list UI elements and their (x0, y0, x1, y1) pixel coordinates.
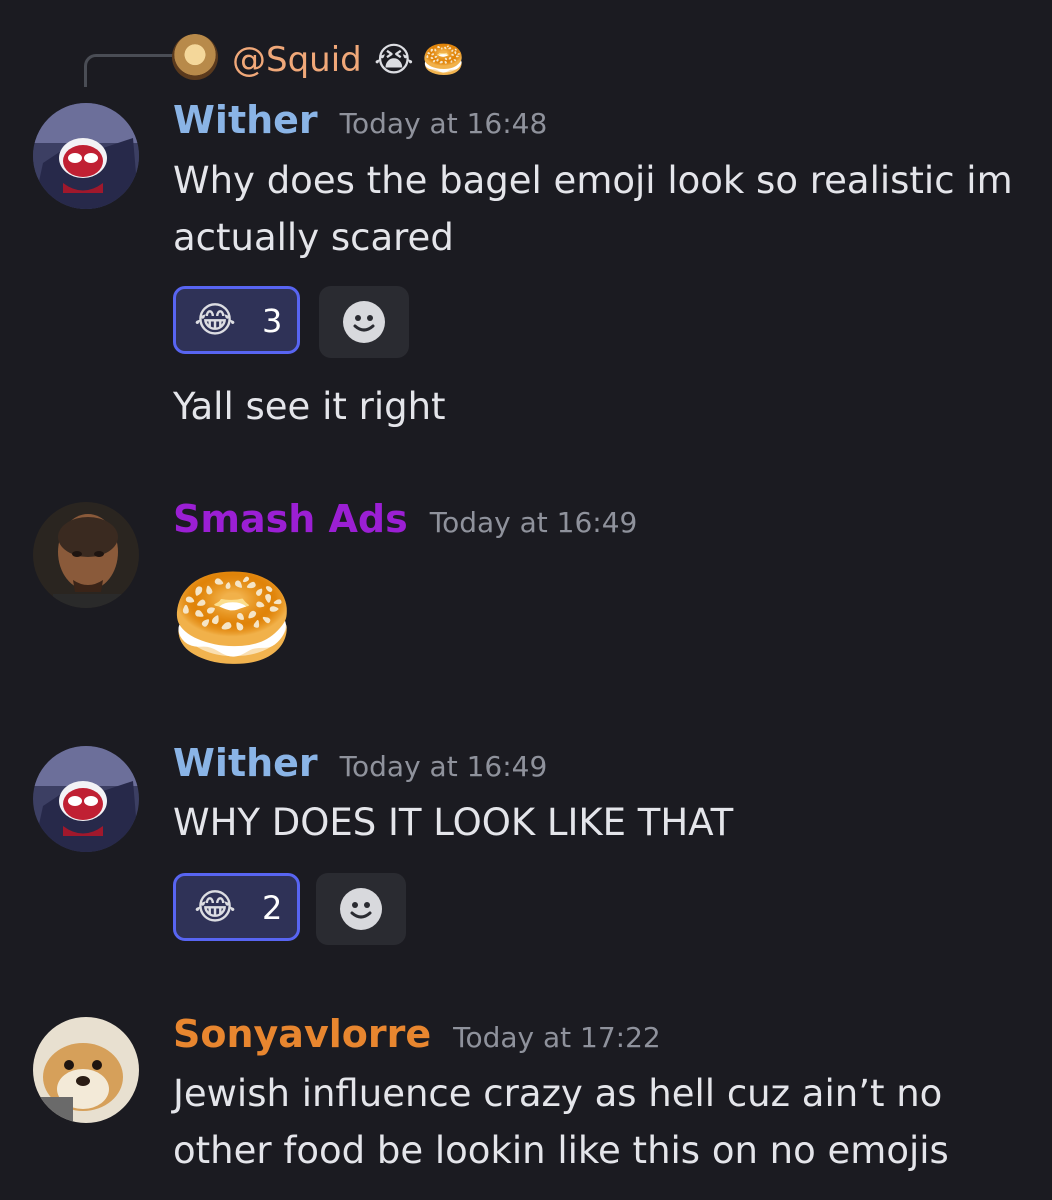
avatar[interactable] (33, 746, 139, 852)
reaction-count: 3 (262, 302, 283, 340)
smiley-face-icon (340, 888, 382, 930)
crying-face-emoji-icon: 😭 (374, 40, 414, 80)
username[interactable]: Wither (173, 741, 318, 785)
message-line: actually scared (173, 216, 454, 259)
username[interactable]: Sonyavlorre (173, 1012, 431, 1056)
bagel-emoji-icon: 🥯 (422, 40, 465, 80)
timestamp: Today at 16:49 (339, 750, 548, 783)
add-reaction-button[interactable] (319, 286, 409, 358)
reply-avatar[interactable] (172, 34, 218, 80)
message-line: Jewish influence crazy as hell cuz ain’t… (173, 1072, 943, 1115)
message-line: WHY DOES IT LOOK LIKE THAT (173, 801, 734, 844)
reaction-count: 2 (262, 889, 283, 927)
message-header: Wither Today at 16:48 (173, 98, 547, 142)
timestamp: Today at 16:48 (339, 107, 548, 140)
add-reaction-button[interactable] (316, 873, 406, 945)
message-header: Smash Ads Today at 16:49 (173, 497, 637, 541)
message-header: Wither Today at 16:49 (173, 741, 547, 785)
message-content: Why does the bagel emoji look so realist… (173, 152, 1023, 266)
reply-username[interactable]: @Squid (232, 38, 362, 82)
message-content: Jewish influence crazy as hell cuz ain’t… (173, 1065, 1023, 1179)
avatar[interactable] (33, 502, 139, 608)
timestamp: Today at 16:49 (429, 506, 638, 539)
timestamp: Today at 17:22 (453, 1021, 661, 1054)
reaction-laughing[interactable]: 😂 3 (173, 286, 300, 354)
laughing-crying-emoji-icon: 😂 (194, 300, 237, 341)
avatar[interactable] (33, 1017, 139, 1123)
message-followup: Yall see it right (173, 385, 446, 428)
message-content: WHY DOES IT LOOK LIKE THAT (173, 794, 1023, 851)
reply-reference[interactable]: @Squid 😭 🥯 (84, 34, 684, 90)
bagel-emoji-icon: 🥯 (170, 559, 295, 676)
username[interactable]: Smash Ads (173, 497, 408, 541)
laughing-crying-emoji-icon: 😂 (194, 887, 237, 928)
chat-log: @Squid 😭 🥯 Wither Today at 16:48 Why does… (0, 0, 1052, 1200)
avatar[interactable] (33, 103, 139, 209)
message-line: other food be lookin like this on no emo… (173, 1129, 949, 1172)
message-line: Why does the bagel emoji look so realist… (173, 159, 1013, 202)
smiley-face-icon (343, 301, 385, 343)
reaction-laughing[interactable]: 😂 2 (173, 873, 300, 941)
username[interactable]: Wither (173, 98, 318, 142)
reply-connector-line (84, 54, 173, 87)
message-header: Sonyavlorre Today at 17:22 (173, 1012, 661, 1056)
